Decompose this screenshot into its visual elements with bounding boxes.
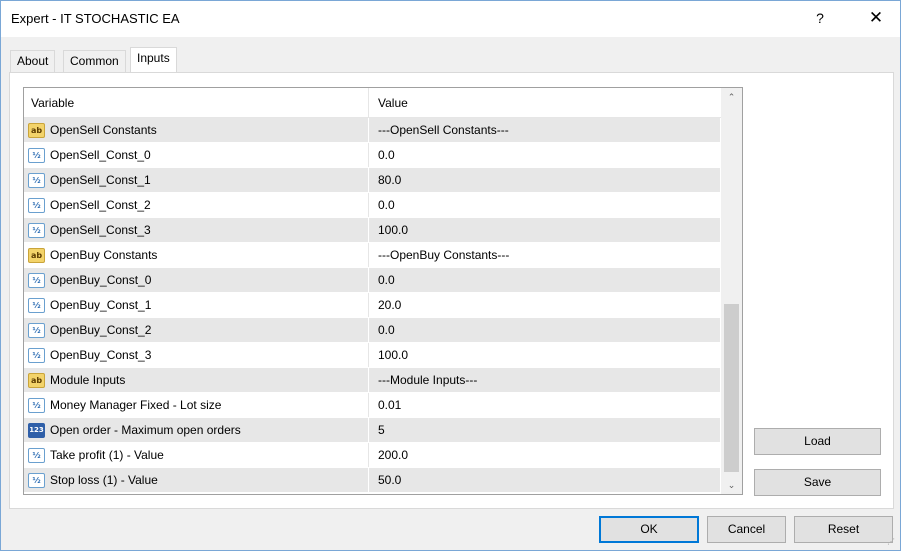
table-row[interactable]: ½ OpenBuy_Const_0 0.0 [24,268,720,293]
value-cell[interactable]: 100.0 [368,343,720,367]
double-type-icon: ½ [28,448,45,463]
variable-label: OpenSell_Const_3 [50,223,151,237]
table-row[interactable]: 123 Open order - Maximum open orders 5 [24,418,720,443]
variable-label: OpenBuy Constants [50,248,158,262]
value-cell[interactable]: 0.01 [368,393,720,417]
expert-dialog: Expert - IT STOCHASTIC EA ? ✕ About Comm… [0,0,901,551]
chevron-down-icon[interactable]: ⌄ [721,476,742,494]
variable-label: Open order - Maximum open orders [50,423,241,437]
variable-label: OpenBuy_Const_2 [50,323,152,337]
table-row[interactable]: ½ Take profit (1) - Value 200.0 [24,443,720,468]
variable-cell[interactable]: ½ OpenBuy_Const_0 [24,268,368,292]
variable-label: OpenSell_Const_1 [50,173,151,187]
variable-label: OpenSell_Const_2 [50,198,151,212]
grid-header: Variable Value [24,88,724,118]
string-type-icon: ab [28,123,45,138]
column-header-variable[interactable]: Variable [24,88,368,118]
column-header-value[interactable]: Value [368,88,720,118]
tab-inputs[interactable]: Inputs [130,47,177,72]
close-button[interactable]: ✕ [861,4,891,32]
cancel-button[interactable]: Cancel [707,516,786,543]
double-type-icon: ½ [28,323,45,338]
variable-cell[interactable]: ab OpenBuy Constants [24,243,368,267]
table-row[interactable]: ab OpenBuy Constants ---OpenBuy Constants-… [24,243,720,268]
variable-cell[interactable]: ½ Stop loss (1) - Value [24,468,368,492]
value-cell[interactable]: ---OpenBuy Constants--- [368,243,720,267]
variable-cell[interactable]: ½ OpenBuy_Const_3 [24,343,368,367]
table-row[interactable]: ab Module Inputs ---Module Inputs--- [24,368,720,393]
save-button[interactable]: Save [754,469,881,496]
variable-cell[interactable]: ½ Take profit (1) - Value [24,443,368,467]
inputs-grid: Variable Value ab OpenSell Constants ---Op… [23,87,743,495]
variable-cell[interactable]: ½ OpenSell_Const_0 [24,143,368,167]
table-row[interactable]: ½ OpenSell_Const_3 100.0 [24,218,720,243]
table-row[interactable]: ½ OpenBuy_Const_3 100.0 [24,343,720,368]
double-type-icon: ½ [28,223,45,238]
variable-label: OpenBuy_Const_1 [50,298,152,312]
table-row[interactable]: ab OpenSell Constants ---OpenSell Constant… [24,118,720,143]
variable-cell[interactable]: ½ OpenBuy_Const_1 [24,293,368,317]
variable-label: Module Inputs [50,373,126,387]
resize-grip-icon[interactable]: ⋰ [887,537,897,547]
table-row[interactable]: ½ Money Manager Fixed - Lot size 0.01 [24,393,720,418]
variable-label: Money Manager Fixed - Lot size [50,398,222,412]
load-button[interactable]: Load [754,428,881,455]
help-button[interactable]: ? [807,4,833,32]
tab-about[interactable]: About [10,50,56,72]
table-row[interactable]: ½ OpenSell_Const_1 80.0 [24,168,720,193]
table-row[interactable]: ½ OpenSell_Const_2 0.0 [24,193,720,218]
integer-type-icon: 123 [28,423,45,438]
value-cell[interactable]: 0.0 [368,318,720,342]
double-type-icon: ½ [28,173,45,188]
variable-cell[interactable]: ½ Money Manager Fixed - Lot size [24,393,368,417]
table-row[interactable]: ½ Stop loss (1) - Value 50.0 [24,468,720,493]
variable-cell[interactable]: ½ OpenSell_Const_2 [24,193,368,217]
value-cell[interactable]: 200.0 [368,443,720,467]
variable-cell[interactable]: ½ OpenBuy_Const_2 [24,318,368,342]
variable-label: OpenSell_Const_0 [50,148,151,162]
value-cell[interactable]: 0.0 [368,143,720,167]
vertical-scrollbar[interactable]: ⌃ ⌄ [721,88,742,494]
variable-cell[interactable]: ab Module Inputs [24,368,368,392]
variable-label: OpenBuy_Const_0 [50,273,152,287]
variable-label: Stop loss (1) - Value [50,473,158,487]
value-cell[interactable]: 20.0 [368,293,720,317]
double-type-icon: ½ [28,348,45,363]
table-row[interactable]: ½ OpenBuy_Const_1 20.0 [24,293,720,318]
double-type-icon: ½ [28,398,45,413]
variable-label: OpenSell Constants [50,123,157,137]
double-type-icon: ½ [28,298,45,313]
value-cell[interactable]: 5 [368,418,720,442]
reset-button[interactable]: Reset [794,516,893,543]
string-type-icon: ab [28,248,45,263]
double-type-icon: ½ [28,148,45,163]
table-row[interactable]: ½ OpenSell_Const_0 0.0 [24,143,720,168]
string-type-icon: ab [28,373,45,388]
double-type-icon: ½ [28,273,45,288]
title-bar[interactable]: Expert - IT STOCHASTIC EA ? ✕ [1,1,900,37]
variable-label: Take profit (1) - Value [50,448,164,462]
value-cell[interactable]: 0.0 [368,268,720,292]
chevron-up-icon[interactable]: ⌃ [721,88,742,106]
variable-cell[interactable]: 123 Open order - Maximum open orders [24,418,368,442]
table-row[interactable]: ½ OpenBuy_Const_2 0.0 [24,318,720,343]
value-cell[interactable]: ---OpenSell Constants--- [368,118,720,142]
variable-cell[interactable]: ½ OpenSell_Const_1 [24,168,368,192]
ok-button[interactable]: OK [599,516,699,543]
value-cell[interactable]: 50.0 [368,468,720,492]
value-cell[interactable]: 80.0 [368,168,720,192]
variable-cell[interactable]: ½ OpenSell_Const_3 [24,218,368,242]
double-type-icon: ½ [28,473,45,488]
value-cell[interactable]: 0.0 [368,193,720,217]
variable-label: OpenBuy_Const_3 [50,348,152,362]
scrollbar-thumb[interactable] [724,304,739,472]
variable-cell[interactable]: ab OpenSell Constants [24,118,368,142]
value-cell[interactable]: ---Module Inputs--- [368,368,720,392]
tab-common[interactable]: Common [63,50,126,72]
double-type-icon: ½ [28,198,45,213]
value-cell[interactable]: 100.0 [368,218,720,242]
window-title: Expert - IT STOCHASTIC EA [11,11,180,26]
